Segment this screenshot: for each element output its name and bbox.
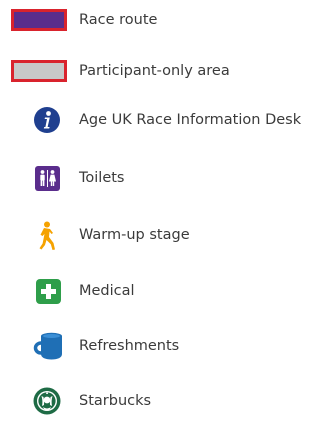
- cup-icon: [33, 332, 65, 360]
- legend-label: Race route: [79, 12, 158, 28]
- legend-label: Medical: [79, 283, 135, 299]
- starbucks-logo-icon: [33, 387, 61, 415]
- legend-label: Warm-up stage: [79, 227, 190, 243]
- legend-label: Participant-only area: [79, 63, 230, 79]
- race-route-swatch: [11, 9, 67, 31]
- legend-item-refreshments: Refreshments: [0, 326, 313, 366]
- map-legend: Race route Participant-only area Age UK …: [0, 0, 313, 417]
- legend-item-info-desk: Age UK Race Information Desk: [0, 100, 313, 140]
- legend-item-toilets: Toilets: [0, 158, 313, 198]
- info-icon: [33, 106, 61, 134]
- legend-label: Toilets: [79, 170, 125, 186]
- warm-up-figure-icon: [38, 221, 58, 251]
- toilets-icon: [35, 166, 60, 191]
- participant-area-swatch: [11, 60, 67, 82]
- legend-label: Refreshments: [79, 338, 180, 354]
- legend-item-participant-area: Participant-only area: [0, 51, 313, 91]
- medical-cross-icon: [36, 279, 61, 304]
- legend-item-race-route: Race route: [0, 0, 313, 40]
- legend-label: Age UK Race Information Desk: [79, 112, 302, 128]
- legend-item-medical: Medical: [0, 271, 313, 311]
- legend-item-warm-up-stage: Warm-up stage: [0, 215, 313, 255]
- legend-item-starbucks: Starbucks: [0, 381, 313, 421]
- legend-label: Starbucks: [79, 393, 152, 409]
